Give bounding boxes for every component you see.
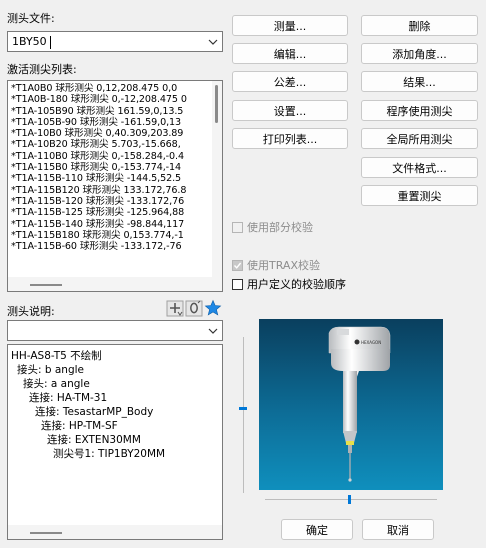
settings-button[interactable]: 设置... — [232, 100, 348, 121]
trax-calibration-checkbox-row[interactable]: 使用TRAX校验 — [232, 257, 320, 273]
list-item[interactable]: *T1A-115B-120 球形测尖 -133.172,76 — [8, 196, 212, 207]
tree-node[interactable]: HH-AS8-T5 不绘制 — [11, 348, 102, 363]
tree-hscroll-thumb[interactable] — [30, 532, 62, 534]
horizontal-rotation-track — [265, 499, 437, 500]
list-item[interactable]: *T1A-115B-110 球形测尖 -144.5,52.5 — [8, 173, 212, 184]
tree-horizontal-scrollbar[interactable] — [8, 525, 222, 539]
user-order-checkbox-row[interactable]: 用户定义的校验顺序 — [232, 276, 346, 292]
zero-probe-icon[interactable] — [185, 299, 203, 317]
list-horizontal-scrollbar[interactable] — [8, 277, 222, 291]
text-cursor — [50, 36, 51, 49]
list-item[interactable]: *T1A-115B180 球形测尖 0,153.774,-1 — [8, 230, 212, 241]
add-component-icon[interactable] — [166, 299, 184, 317]
tree-node[interactable]: 连接: EXTEN30MM — [47, 432, 141, 447]
reset-probes-button[interactable]: 重置测尖 — [361, 185, 478, 206]
user-order-label: 用户定义的校验顺序 — [247, 278, 346, 291]
probe-description-combo[interactable] — [7, 320, 223, 341]
list-item[interactable]: *T1A-115B-140 球形测尖 -98.844,117 — [8, 219, 212, 230]
list-hscroll-thumb[interactable] — [30, 284, 62, 286]
chevron-down-icon[interactable] — [204, 32, 222, 51]
list-item[interactable]: *T1A-105B90 球形测尖 161.59,0,13.5 — [8, 106, 212, 117]
list-item[interactable]: *T1A-110B0 球形测尖 0,-158.284,-0.4 — [8, 151, 212, 162]
list-item[interactable]: *T1A-115B120 球形测尖 133.172,76.8 — [8, 185, 212, 196]
list-item[interactable]: *T1A-115B-60 球形测尖 -133.172,-76 — [8, 241, 212, 252]
tolerance-button[interactable]: 公差... — [232, 71, 348, 92]
file-format-button[interactable]: 文件格式... — [361, 157, 478, 178]
list-item[interactable]: *T1A0B-180 球形测尖 0,-12,208.475 0 — [8, 94, 212, 105]
list-item[interactable]: *T1A-105B-90 球形测尖 -161.59,0,13 — [8, 117, 212, 128]
cancel-button[interactable]: 取消 — [362, 519, 434, 540]
check-mark-icon — [233, 262, 242, 269]
horizontal-rotation-slider-thumb[interactable] — [348, 495, 351, 504]
description-toolbar — [166, 299, 224, 318]
tree-node[interactable]: 连接: HA-TM-31 — [29, 390, 107, 405]
global-probes-button[interactable]: 全局所用测尖 — [361, 128, 478, 149]
probe-model-icon: HEXAGON — [328, 326, 391, 482]
svg-text:HEXAGON: HEXAGON — [361, 340, 381, 345]
list-item[interactable]: *T1A-115B-125 球形测尖 -125.964,88 — [8, 207, 212, 218]
program-probes-button[interactable]: 程序使用测尖 — [361, 100, 478, 121]
delete-button[interactable]: 删除 — [361, 15, 478, 36]
tree-node[interactable]: 接头: a angle — [23, 376, 90, 391]
probe-3d-preview[interactable]: HEXAGON — [259, 319, 443, 490]
probe-component-tree[interactable]: HH-AS8-T5 不绘制 接头: b angle 接头: a angle 连接… — [7, 344, 223, 540]
list-item[interactable]: *T1A-115B0 球形测尖 0,-153.774,-14 — [8, 162, 212, 173]
active-probes-label: 激活测尖列表: — [7, 63, 77, 76]
list-vertical-scrollbar[interactable] — [212, 81, 222, 277]
vertical-rotation-track — [243, 337, 244, 493]
probe-file-label: 测头文件: — [7, 12, 55, 25]
tree-node[interactable]: 接头: b angle — [17, 362, 84, 377]
trax-calibration-label: 使用TRAX校验 — [247, 259, 320, 272]
probe-file-value: 1BY50 — [12, 35, 47, 48]
edit-button[interactable]: 编辑... — [232, 43, 348, 64]
vertical-rotation-slider-thumb[interactable] — [239, 407, 247, 410]
print-list-button[interactable]: 打印列表... — [232, 128, 348, 149]
active-probes-list[interactable]: *T1A0B0 球形测尖 0,12,208.475 0,0 *T1A0B-180 … — [7, 80, 223, 292]
measure-button[interactable]: 测量... — [232, 15, 348, 36]
probe-file-combo[interactable]: 1BY50 — [7, 31, 223, 52]
results-button[interactable]: 结果... — [361, 71, 478, 92]
user-order-checkbox[interactable] — [232, 278, 243, 290]
add-angle-button[interactable]: 添加角度... — [361, 43, 478, 64]
list-item[interactable]: *T1A-10B0 球形测尖 0,40.309,203.89 — [8, 128, 212, 139]
partial-calibration-checkbox-row[interactable]: 使用部分校验 — [232, 219, 313, 235]
trax-calibration-checkbox[interactable] — [232, 259, 243, 271]
probe-description-label: 测头说明: — [7, 305, 55, 318]
favorite-star-icon[interactable] — [204, 299, 222, 317]
ok-button[interactable]: 确定 — [281, 519, 353, 540]
list-scroll-thumb[interactable] — [215, 85, 218, 123]
partial-calibration-label: 使用部分校验 — [247, 221, 313, 234]
chevron-down-icon[interactable] — [204, 321, 222, 340]
list-item[interactable]: *T1A-10B20 球形测尖 5.703,-15.668, — [8, 139, 212, 150]
partial-calibration-checkbox[interactable] — [232, 221, 243, 233]
tree-node[interactable]: 测尖号1: TIP1BY20MM — [53, 446, 165, 461]
list-item[interactable]: *T1A0B0 球形测尖 0,12,208.475 0,0 — [8, 83, 212, 94]
tree-node[interactable]: 连接: TesastarMP_Body — [35, 404, 153, 419]
tree-node[interactable]: 连接: HP-TM-SF — [41, 418, 118, 433]
